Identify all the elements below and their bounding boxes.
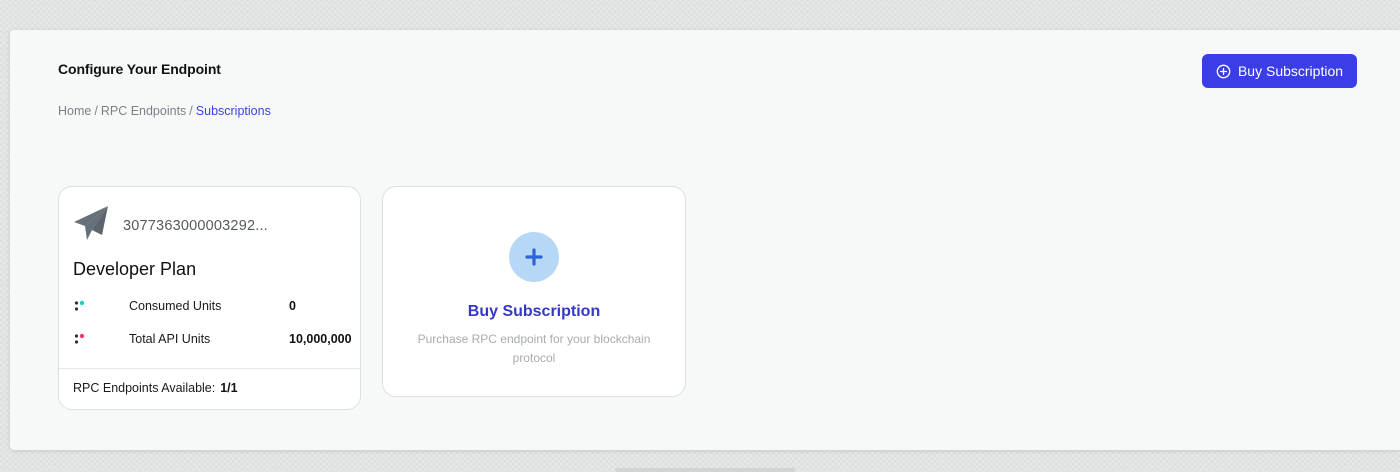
subscription-card-header: 3077363000003292...: [73, 205, 268, 246]
endpoints-available: RPC Endpoints Available: 1/1: [73, 381, 238, 395]
breadcrumb-rpc-endpoints[interactable]: RPC Endpoints: [101, 104, 186, 118]
subscription-card[interactable]: 3077363000003292... Developer Plan Consu…: [58, 186, 361, 410]
total-api-units-row: Total API Units 10,000,000: [73, 329, 353, 349]
buy-subscription-card-title: Buy Subscription: [467, 303, 601, 320]
buy-subscription-button[interactable]: Buy Subscription: [1202, 54, 1357, 88]
buy-subscription-card-description: Purchase RPC endpoint for your blockchai…: [417, 332, 651, 365]
consumed-units-value: 0: [289, 299, 296, 313]
main-panel: Configure Your Endpoint Home / RPC Endpoin…: [10, 30, 1400, 450]
consumed-units-label: Consumed Units: [129, 299, 222, 313]
breadcrumb-separator: /: [94, 104, 98, 118]
plus-circle-icon: [1216, 64, 1231, 79]
total-api-units-label: Total API Units: [129, 332, 211, 346]
paper-plane-icon: [73, 205, 109, 246]
horizontal-scrollbar[interactable]: [615, 468, 795, 472]
breadcrumb-home[interactable]: Home: [58, 104, 91, 118]
buy-subscription-card[interactable]: Buy Subscription Purchase RPC endpoint f…: [382, 186, 686, 397]
page-title: Configure Your Endpoint: [58, 61, 221, 77]
endpoints-available-label: RPC Endpoints Available:: [73, 381, 216, 395]
dots-pink-icon: [73, 332, 93, 346]
dots-cyan-icon: [73, 299, 93, 313]
breadcrumb-separator: /: [189, 104, 193, 118]
plan-name: Developer Plan: [73, 259, 197, 279]
breadcrumb-subscriptions: Subscriptions: [195, 104, 271, 118]
buy-subscription-button-label: Buy Subscription: [1237, 63, 1344, 79]
subscription-id: 3077363000003292...: [123, 217, 268, 234]
total-api-units-value: 10,000,000: [289, 332, 352, 346]
consumed-units-row: Consumed Units 0: [73, 296, 353, 316]
endpoints-available-value: 1/1: [220, 381, 238, 395]
plus-icon: [509, 232, 559, 282]
breadcrumb: Home / RPC Endpoints / Subscriptions: [58, 104, 271, 118]
card-divider: [59, 368, 360, 369]
